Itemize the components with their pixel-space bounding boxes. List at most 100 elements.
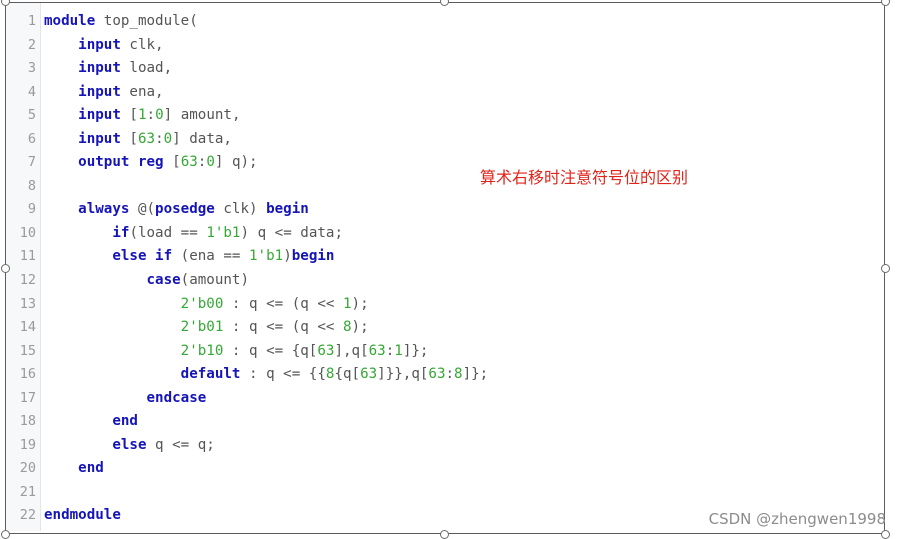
line-number: 17 bbox=[19, 389, 36, 406]
code-line: 9 always @(posedge clk) begin bbox=[6, 198, 866, 222]
number-token: 0 bbox=[206, 154, 215, 171]
keyword-token: case bbox=[146, 272, 181, 289]
line-source: input [1:0] amount, bbox=[44, 104, 240, 128]
keyword-token: input bbox=[78, 107, 121, 124]
code-token: ]}; bbox=[462, 366, 489, 383]
code-line: 16 default : q <= {{8{q[63]}},q[63:8]}; bbox=[6, 363, 866, 387]
number-token: 0 bbox=[163, 130, 173, 147]
line-number: 22 bbox=[19, 507, 36, 524]
line-source: default : q <= {{8{q[63]}},q[63:8]}; bbox=[44, 363, 489, 387]
line-source: if(load == 1'b1) q <= data; bbox=[44, 222, 343, 246]
keyword-token: module bbox=[44, 13, 96, 29]
line-number: 13 bbox=[19, 295, 36, 312]
keyword-token: input bbox=[78, 60, 121, 77]
code-token: ena, bbox=[120, 83, 164, 100]
code-line: 21 bbox=[6, 481, 866, 505]
code-token: : q <= {q[ bbox=[223, 342, 318, 359]
number-token: 63 bbox=[368, 342, 386, 359]
line-source: 2'b01 : q <= (q << 8); bbox=[44, 316, 369, 340]
code-token: : q <= {{ bbox=[240, 366, 326, 383]
line-number: 15 bbox=[19, 342, 36, 359]
number-token: 2'b10 bbox=[180, 342, 224, 359]
number-token: 8 bbox=[342, 319, 352, 336]
code-block: 1 module top_module(2 input clk, 3 input l… bbox=[6, 10, 866, 528]
keyword-token: posedge bbox=[155, 201, 215, 218]
keyword-token: input bbox=[78, 36, 121, 53]
line-number: 21 bbox=[19, 483, 36, 500]
code-token: q <= q; bbox=[146, 436, 215, 453]
code-token: ] data, bbox=[172, 130, 232, 147]
number-token: 63 bbox=[360, 366, 378, 383]
line-number: 6 bbox=[27, 130, 36, 147]
line-number: 9 bbox=[27, 201, 36, 218]
resize-handle-top-right[interactable] bbox=[881, 0, 890, 6]
code-line: 14 2'b01 : q <= (q << 8); bbox=[6, 316, 866, 340]
number-token: 1'b1 bbox=[206, 224, 241, 241]
code-token: [ bbox=[120, 107, 138, 124]
code-token: load, bbox=[120, 60, 173, 77]
code-token: (ena == bbox=[172, 248, 250, 265]
keyword-token: begin bbox=[266, 201, 309, 218]
code-token: : bbox=[385, 342, 395, 359]
line-number: 1 bbox=[27, 13, 36, 29]
line-number: 14 bbox=[19, 319, 36, 336]
line-source: else if (ena == 1'b1)begin bbox=[44, 245, 334, 269]
code-line: 19 else q <= q; bbox=[6, 434, 866, 458]
line-number: 20 bbox=[19, 460, 36, 477]
line-number: 19 bbox=[19, 436, 36, 453]
code-token: : bbox=[155, 130, 164, 147]
code-line: 3 input load, bbox=[6, 57, 866, 81]
line-number: 18 bbox=[19, 413, 36, 430]
code-line: 13 2'b00 : q <= (q << 1); bbox=[6, 293, 866, 317]
line-source: 2'b10 : q <= {q[63],q[63:1]}; bbox=[44, 340, 429, 364]
keyword-token: input bbox=[78, 83, 121, 100]
number-token: 8 bbox=[454, 366, 463, 383]
watermark: CSDN @zhengwen1998 bbox=[708, 510, 886, 528]
code-line: 20 end bbox=[6, 457, 866, 481]
number-token: 1 bbox=[342, 295, 352, 312]
number-token: 63 bbox=[317, 342, 335, 359]
number-token: 2'b01 bbox=[180, 319, 224, 336]
code-line: 8 bbox=[6, 175, 866, 199]
keyword-token: endcase bbox=[146, 389, 207, 406]
code-token: : bbox=[146, 107, 156, 124]
code-line: 4 input ena, bbox=[6, 81, 866, 105]
code-line: 17 endcase bbox=[6, 387, 866, 411]
number-token: 1 bbox=[137, 107, 147, 124]
code-token: ); bbox=[351, 319, 369, 336]
code-token: (load == bbox=[129, 224, 207, 241]
code-token: ) bbox=[283, 248, 292, 265]
line-source: input ena, bbox=[44, 81, 164, 105]
code-token: ); bbox=[351, 295, 369, 312]
line-source: end bbox=[44, 457, 104, 481]
code-token: [ bbox=[163, 154, 181, 171]
code-token: top_module( bbox=[95, 13, 198, 29]
keyword-token: if bbox=[112, 224, 130, 241]
code-line: 7 output reg [63:0] q); bbox=[6, 151, 866, 175]
code-token: ]}},q[ bbox=[377, 366, 429, 383]
number-token: 1'b1 bbox=[249, 248, 284, 265]
line-number: 10 bbox=[19, 224, 36, 241]
resize-handle-middle-right[interactable] bbox=[881, 264, 890, 273]
code-token: clk) bbox=[214, 201, 267, 218]
line-source: input [63:0] data, bbox=[44, 128, 232, 152]
keyword-token: always bbox=[78, 201, 130, 218]
keyword-token: default bbox=[180, 366, 241, 383]
keyword-token: reg bbox=[137, 154, 164, 171]
code-line: 11 else if (ena == 1'b1)begin bbox=[6, 245, 866, 269]
number-token: 0 bbox=[155, 107, 164, 124]
line-number: 8 bbox=[27, 177, 36, 194]
keyword-token: end bbox=[112, 413, 138, 430]
keyword-token: input bbox=[78, 130, 121, 147]
